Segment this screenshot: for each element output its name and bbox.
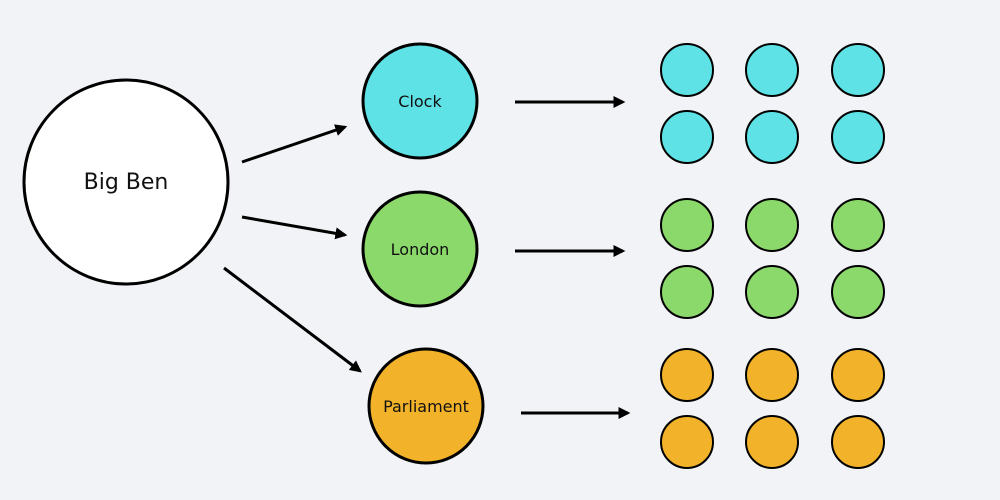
london-child-node[interactable] [831, 265, 885, 319]
edge-big-ben-to-clock [241, 124, 348, 164]
clock-child-node[interactable] [745, 110, 799, 164]
london-child-node[interactable] [745, 198, 799, 252]
london-child-node[interactable] [831, 198, 885, 252]
clock-child-group [660, 43, 885, 164]
clock-child-node[interactable] [660, 43, 714, 97]
parliament-child-node[interactable] [831, 415, 885, 469]
concept-map-diagram: Big Ben Clock London Parliament [22, 42, 885, 469]
node-london[interactable]: London [361, 190, 479, 308]
edge-big-ben-to-parliament [223, 266, 362, 373]
parliament-child-node[interactable] [660, 348, 714, 402]
clock-child-node[interactable] [745, 43, 799, 97]
node-clock-label: Clock [398, 92, 442, 111]
root-node-label: Big Ben [84, 170, 169, 195]
parliament-child-node[interactable] [660, 415, 714, 469]
node-parliament[interactable]: Parliament [367, 347, 485, 465]
parliament-child-node[interactable] [745, 415, 799, 469]
clock-child-node[interactable] [831, 43, 885, 97]
edge-big-ben-to-london [241, 215, 348, 240]
root-node-big-ben[interactable]: Big Ben [22, 78, 230, 286]
london-child-node[interactable] [660, 198, 714, 252]
node-london-label: London [391, 240, 450, 259]
london-child-node[interactable] [660, 265, 714, 319]
parliament-child-node[interactable] [745, 348, 799, 402]
parliament-child-node[interactable] [831, 348, 885, 402]
clock-child-node[interactable] [660, 110, 714, 164]
clock-child-node[interactable] [831, 110, 885, 164]
london-child-group [660, 198, 885, 319]
parliament-child-group [660, 348, 885, 469]
child-groups [660, 43, 885, 469]
london-child-node[interactable] [745, 265, 799, 319]
node-parliament-label: Parliament [383, 397, 469, 416]
node-clock[interactable]: Clock [361, 42, 479, 160]
